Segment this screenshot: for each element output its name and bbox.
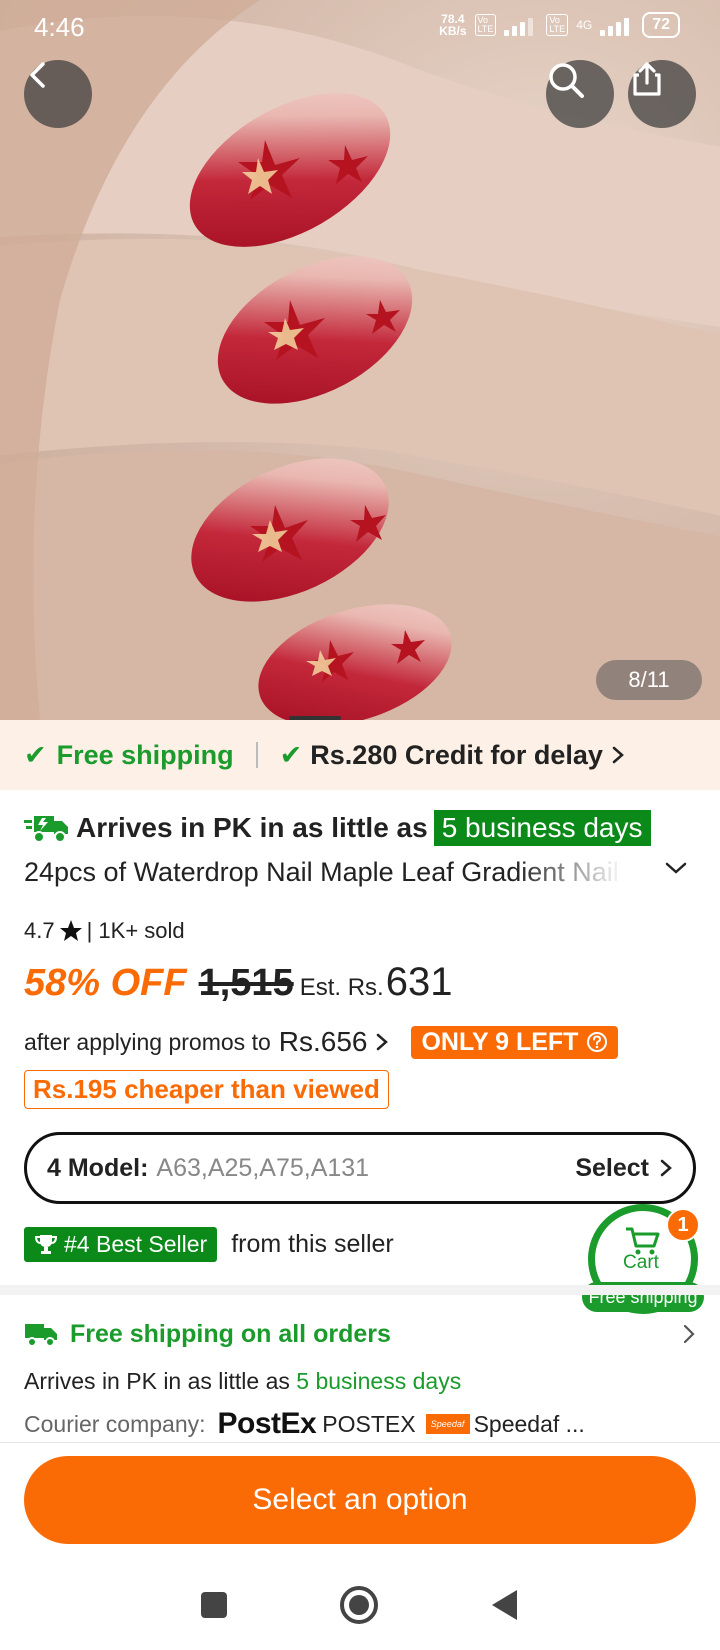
courier-postex: POSTEX: [322, 1410, 416, 1437]
recents-button[interactable]: [199, 1590, 229, 1620]
chevron-right-icon: [377, 1033, 389, 1051]
status-time: 4:46: [34, 12, 85, 42]
model-select-action[interactable]: Select: [575, 1154, 673, 1183]
product-image[interactable]: 4:46 78.4 KB/s Vo LTE Vo LTE 4G 72 8/11: [0, 0, 720, 720]
courier-speedaf: Speedaf ...: [473, 1410, 585, 1437]
best-seller-badge: #4 Best Seller: [24, 1226, 218, 1262]
stock-badge[interactable]: ONLY 9 LEFT: [411, 1025, 619, 1059]
status-indicators: 78.4 KB/s Vo LTE Vo LTE 4G 72: [439, 12, 680, 38]
arrival-estimate: Arrives in PK in as little as 5 business…: [24, 806, 651, 850]
share-button[interactable]: [628, 60, 696, 128]
signal-icon: [504, 14, 538, 36]
check-icon: ✔: [279, 739, 303, 770]
promo-text: after applying promos to: [24, 1028, 271, 1055]
volte-icon: Vo LTE: [474, 14, 497, 36]
chevron-down-icon[interactable]: [664, 860, 688, 876]
chevron-left-icon: [30, 62, 45, 88]
cart-label: Cart: [623, 1252, 659, 1273]
search-button[interactable]: [546, 60, 614, 128]
chevron-right-icon: [612, 746, 624, 764]
free-shipping-tag: ✔ Free shipping: [24, 739, 234, 770]
product-page: 4:46 78.4 KB/s Vo LTE Vo LTE 4G 72 8/11 …: [0, 0, 720, 1650]
delivery-truck-icon: [24, 816, 68, 843]
star-icon: [59, 920, 82, 941]
product-title-row[interactable]: 24pcs of Waterdrop Nail Maple Leaf Gradi…: [24, 852, 704, 892]
back-button[interactable]: [24, 60, 92, 128]
nail-photo: [0, 0, 720, 720]
battery-icon: 72: [642, 12, 680, 38]
back-nav-button[interactable]: [489, 1588, 521, 1622]
model-selector[interactable]: 4 Model: A63,A25,A75,A131 Select: [24, 1132, 696, 1204]
select-option-button[interactable]: Select an option: [24, 1456, 696, 1544]
courier-label: Courier company:: [24, 1410, 206, 1437]
share-icon: [633, 62, 661, 96]
rating-value: 4.7: [24, 918, 55, 943]
cart-button[interactable]: Cart 1 Free shipping: [582, 1204, 704, 1320]
chevron-right-icon: [683, 1324, 695, 1344]
truck-icon: [25, 1324, 57, 1347]
image-page-counter: 8/11: [596, 660, 702, 700]
divider: [255, 742, 258, 768]
free-shipping-title: Free shipping on all orders: [70, 1319, 391, 1348]
delay-credit[interactable]: ✔ Rs.280 Credit for delay: [280, 740, 625, 771]
discount-label: 58% OFF: [24, 962, 187, 1004]
shipping-banner[interactable]: ✔ Free shipping ✔ Rs.280 Credit for dela…: [0, 720, 720, 790]
product-title: 24pcs of Waterdrop Nail Maple Leaf Gradi…: [24, 856, 619, 887]
postex-logo: PostEx: [217, 1407, 317, 1440]
speedaf-logo: Speedaf: [425, 1414, 470, 1434]
sold-count: | 1K+ sold: [86, 918, 185, 943]
volte-icon-2: Vo LTE: [546, 14, 569, 36]
best-seller-row[interactable]: #4 Best Seller from this seller: [24, 1224, 394, 1264]
section-divider: [0, 1285, 720, 1295]
rating-row[interactable]: 4.7 | 1K+ sold: [24, 918, 185, 944]
cart-count-badge: 1: [666, 1208, 700, 1242]
trophy-icon: [34, 1235, 58, 1254]
network-type: 4G: [576, 18, 593, 32]
price-row: 58% OFF 1,515 Est. Rs. 631: [24, 960, 452, 1012]
best-seller-suffix: from this seller: [231, 1229, 394, 1258]
arrival-days-badge: 5 business days: [433, 810, 651, 846]
arrival-info: Arrives in PK in as little as 5 business…: [24, 1368, 462, 1394]
promo-price: Rs.656: [278, 1026, 368, 1057]
status-bar: 4:46 78.4 KB/s Vo LTE Vo LTE 4G 72: [0, 0, 720, 56]
est-label: Est. Rs.: [299, 974, 384, 1001]
system-nav-bar: [0, 1560, 720, 1650]
check-icon: ✔: [24, 739, 47, 770]
search-icon: [549, 63, 584, 98]
net-speed: 78.4 KB/s: [439, 12, 467, 38]
model-label: 4 Model:: [47, 1153, 149, 1182]
model-values: A63,A25,A75,A131: [156, 1153, 370, 1182]
free-shipping-row[interactable]: Free shipping on all orders: [24, 1314, 696, 1354]
cheaper-badge: Rs.195 cheaper than viewed: [24, 1070, 389, 1109]
original-price: 1,515: [198, 962, 294, 1004]
chevron-right-icon: [660, 1159, 672, 1177]
courier-row: Courier company: PostEx POSTEX Speedaf S…: [24, 1406, 704, 1442]
promo-row[interactable]: after applying promos to Rs.656 ONLY 9 L…: [24, 1022, 619, 1062]
help-circle-icon: [587, 1032, 608, 1052]
est-price: 631: [385, 960, 453, 1004]
divider: [0, 1442, 720, 1443]
signal-icon-2: [600, 14, 634, 36]
home-button[interactable]: [339, 1585, 379, 1625]
